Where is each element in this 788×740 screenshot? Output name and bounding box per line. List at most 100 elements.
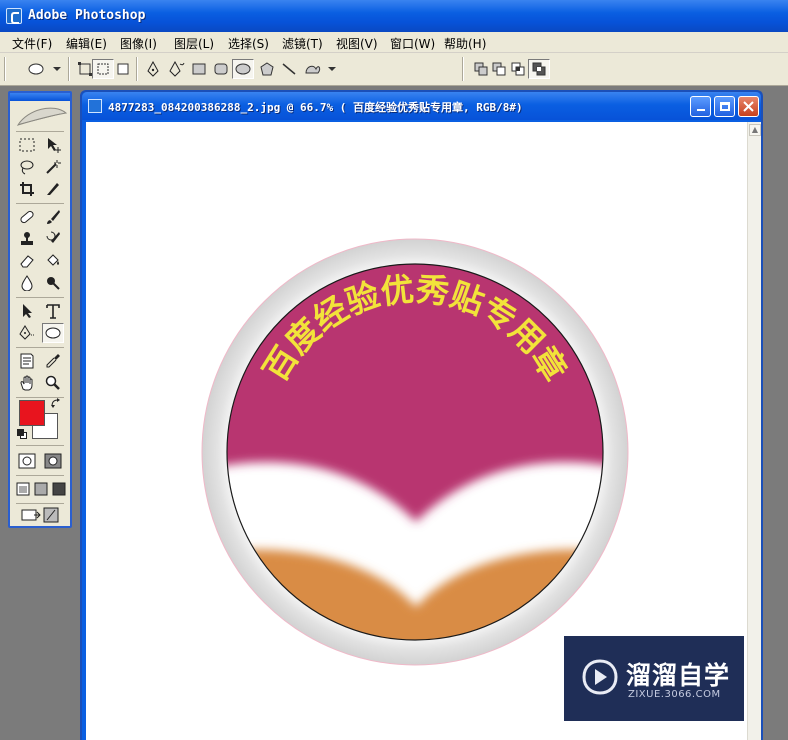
ellipse-tool-icon (45, 327, 61, 339)
history-brush-icon (46, 231, 60, 243)
toolbox-divider (16, 203, 64, 204)
menu-select[interactable]: 选择(S) (228, 35, 269, 52)
notes-tool[interactable] (16, 351, 38, 371)
standard-mode-icon (18, 453, 36, 469)
exclude-shape-icon (532, 62, 546, 76)
document-title: 4877283_084200386288_2.jpg @ 66.7% ( 百度经… (108, 101, 523, 114)
options-separator (462, 57, 464, 81)
fill-pixels-button[interactable] (112, 59, 134, 79)
lasso-tool[interactable] (16, 157, 38, 177)
swap-colors-icon[interactable] (50, 397, 62, 409)
pen-icon (147, 61, 159, 77)
arrow-icon (23, 304, 32, 318)
jump-to-imageready-button[interactable] (16, 505, 64, 525)
freeform-pen-option[interactable] (166, 59, 188, 79)
history-brush-tool[interactable] (42, 229, 64, 249)
shape-layers-icon (78, 62, 92, 76)
clone-stamp-tool[interactable] (16, 229, 38, 249)
menu-image[interactable]: 图像(I) (120, 35, 157, 52)
blur-tool[interactable] (16, 273, 38, 293)
add-shape-icon (474, 62, 488, 76)
standard-screen-mode-button[interactable] (14, 479, 32, 499)
type-tool[interactable] (42, 301, 64, 321)
menu-file[interactable]: 文件(F) (12, 35, 52, 52)
document-icon (88, 99, 102, 113)
exclude-overlapping-areas-button[interactable] (528, 59, 550, 79)
dodge-icon (47, 277, 60, 290)
default-colors-icon[interactable] (17, 429, 27, 439)
type-icon (46, 304, 60, 319)
play-logo-icon (582, 659, 618, 695)
vertical-scrollbar[interactable]: ▲ (747, 122, 761, 740)
menu-window[interactable]: 窗口(W) (390, 35, 435, 52)
scroll-up-arrow-icon[interactable]: ▲ (749, 124, 761, 136)
minimize-icon (696, 109, 705, 111)
paths-icon (97, 63, 109, 75)
ellipse-shape-tool[interactable] (42, 323, 64, 343)
ellipse-option[interactable] (232, 59, 254, 79)
paint-bucket-icon (47, 254, 59, 266)
brush-icon (47, 210, 60, 224)
slice-tool[interactable] (42, 179, 64, 199)
pen-tool-option[interactable] (142, 59, 164, 79)
hand-tool[interactable] (16, 373, 38, 393)
maximize-button[interactable] (714, 96, 735, 117)
eraser-icon (20, 255, 34, 268)
ellipse-icon (235, 63, 251, 75)
close-button[interactable] (738, 96, 759, 117)
feather-logo-icon[interactable] (14, 105, 68, 129)
toolbox-divider (16, 297, 64, 298)
menu-filter[interactable]: 滤镜(T) (282, 35, 323, 52)
paths-button[interactable] (92, 59, 114, 79)
magic-wand-icon (46, 160, 61, 174)
line-option[interactable] (278, 59, 300, 79)
document-title-bar[interactable]: 4877283_084200386288_2.jpg @ 66.7% ( 百度经… (82, 92, 761, 120)
options-grip (4, 57, 6, 81)
zoom-tool[interactable] (42, 373, 64, 393)
marquee-tool[interactable] (16, 135, 38, 155)
magic-wand-tool[interactable] (42, 157, 64, 177)
photoshop-app-icon (6, 8, 22, 24)
dodge-tool[interactable] (42, 273, 64, 293)
tool-preset-picker[interactable] (24, 59, 64, 79)
custom-shape-icon (305, 65, 336, 74)
intersect-shape-areas-button[interactable] (507, 59, 529, 79)
eyedropper-tool[interactable] (42, 351, 64, 371)
menu-view[interactable]: 视图(V) (336, 35, 378, 52)
quick-mask-icon (44, 453, 62, 469)
custom-shape-option[interactable] (302, 59, 338, 79)
full-screen-mode-button[interactable] (50, 479, 68, 499)
quick-mask-mode-button[interactable] (42, 451, 64, 471)
menu-help[interactable]: 帮助(H) (444, 35, 486, 52)
brush-tool[interactable] (42, 207, 64, 227)
healing-brush-tool[interactable] (16, 207, 38, 227)
rectangle-option[interactable] (188, 59, 210, 79)
watermark-badge: 溜溜自学 ZIXUE.3066.COM (564, 636, 744, 721)
path-selection-tool[interactable] (16, 301, 38, 321)
toolbox (8, 91, 72, 528)
crop-tool[interactable] (16, 179, 38, 199)
screen-mode-standard-icon (16, 482, 30, 496)
menu-bar: 文件(F) 编辑(E) 图像(I) 图层(L) 选择(S) 滤镜(T) 视图(V… (0, 32, 788, 53)
polygon-icon (260, 62, 274, 76)
eyedropper-icon (46, 354, 60, 368)
screen-mode-full-icon (52, 482, 66, 496)
minimize-button[interactable] (690, 96, 711, 117)
maximize-icon (719, 102, 730, 111)
rounded-rectangle-option[interactable] (210, 59, 232, 79)
rectangle-icon (192, 63, 206, 75)
full-screen-menu-mode-button[interactable] (32, 479, 50, 499)
paint-bucket-tool[interactable] (42, 251, 64, 271)
foreground-color-swatch[interactable] (19, 400, 45, 426)
subtract-shape-icon (492, 62, 506, 76)
move-tool[interactable] (42, 135, 64, 155)
eraser-tool[interactable] (16, 251, 38, 271)
polygon-option[interactable] (256, 59, 278, 79)
standard-mode-button[interactable] (16, 451, 38, 471)
close-icon (743, 101, 754, 112)
menu-layer[interactable]: 图层(L) (174, 35, 214, 52)
pen-tool[interactable] (16, 323, 38, 343)
menu-edit[interactable]: 编辑(E) (66, 35, 107, 52)
magnifier-icon (45, 375, 60, 390)
toolbox-caption (10, 93, 70, 101)
